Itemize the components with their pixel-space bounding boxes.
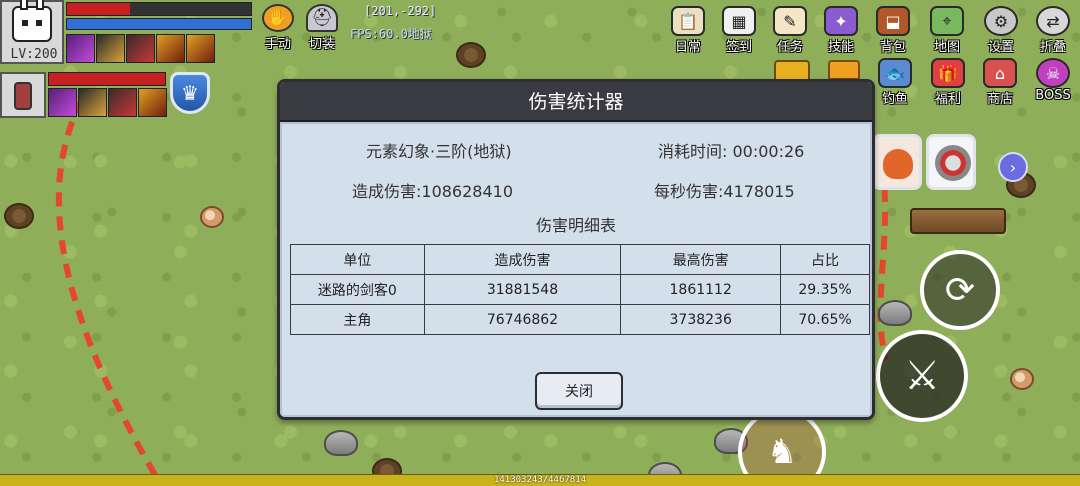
map-icon: ⌖ [930, 6, 964, 36]
table-header-row: 单位 造成伤害 最高伤害 占比 [290, 244, 870, 275]
total-damage: 造成伤害:108628410 [352, 182, 514, 201]
dialog-body: 元素幻象·三阶(地狱) 消耗时间: 00:00:26 造成伤害:10862841… [280, 122, 872, 417]
dialog-title: 伤害统计器 [280, 82, 872, 122]
menu-quests[interactable]: ✎ 任务 [767, 6, 813, 55]
gift-icon: 🎁 [931, 58, 965, 88]
fish-icon: 🐟 [878, 58, 912, 88]
bag-icon: ⬓ [876, 6, 910, 36]
damage-stats-dialog: 伤害统计器 元素幻象·三阶(地狱) 消耗时间: 00:00:26 造成伤害:10… [277, 79, 875, 420]
buff-icon [66, 34, 95, 63]
buff-icon [126, 34, 155, 63]
menu-skills[interactable]: ✦ 技能 [818, 6, 864, 55]
scroll-icon: ✎ [773, 6, 807, 36]
clipboard-icon: 📋 [671, 6, 705, 36]
elapsed-time: 消耗时间: 00:00:26 [658, 142, 805, 161]
damage-share: 29.35% [780, 274, 870, 305]
crown-shield-icon[interactable]: ♛ [170, 72, 210, 114]
rock [324, 430, 358, 456]
close-button[interactable]: 关闭 [535, 372, 623, 410]
column-header: 单位 [290, 244, 425, 275]
shop-icon: ⌂ [983, 58, 1017, 88]
menu-map[interactable]: ⌖ 地图 [924, 6, 970, 55]
gear-icon: ⚙ [984, 6, 1018, 36]
menu-daily[interactable]: 📋 日常 [665, 6, 711, 55]
attack-button[interactable]: ⚔ [876, 330, 968, 422]
unit-name: 主角 [290, 304, 425, 335]
menu-welfare[interactable]: 🎁 福利 [925, 58, 971, 107]
damage-share: 70.65% [780, 304, 870, 335]
column-header: 最高伤害 [620, 244, 782, 275]
player-hp-bar [66, 2, 252, 16]
menu-boss[interactable]: ☠ BOSS [1030, 58, 1076, 103]
tree-stump [456, 42, 486, 68]
book-icon: ✦ [824, 6, 858, 36]
table-row: 迷路的剑客0 31881548 1861112 29.35% [290, 274, 870, 305]
swordsman-icon [14, 82, 32, 110]
swap-target-button[interactable]: ⟳ [920, 250, 1000, 330]
damage-detail-table: 单位 造成伤害 最高伤害 占比 迷路的剑客0 31881548 1861112 … [290, 244, 870, 335]
dungeon-name: 元素幻象·三阶(地狱) [366, 142, 512, 161]
chevron-right-icon[interactable]: › [998, 152, 1028, 182]
buff-icon [96, 34, 125, 63]
crown-icon[interactable] [828, 60, 860, 80]
player-level: LV:200 [10, 47, 58, 62]
buff-icon [156, 34, 185, 63]
collapse-icon: ⇄ [1036, 6, 1070, 36]
table-row: 主角 76746862 3738236 70.65% [290, 304, 870, 335]
menu-fishing[interactable]: 🐟 钓鱼 [872, 58, 918, 107]
damage-dealt: 76746862 [423, 304, 622, 335]
detail-table-title: 伤害明细表 [535, 216, 616, 235]
helmet-icon: ⛑ [306, 4, 338, 32]
unit-name: 迷路的剑客0 [290, 274, 425, 305]
menu-settings[interactable]: ⚙ 设置 [978, 6, 1024, 55]
fox-icon [883, 149, 913, 179]
max-damage: 3738236 [620, 304, 782, 335]
menu-shop[interactable]: ⌂ 商店 [977, 58, 1023, 107]
map-coordinates: [201,-292] [364, 4, 437, 18]
column-header: 占比 [780, 244, 870, 275]
round-shield-icon [935, 145, 971, 181]
skill-slot-fox[interactable] [872, 134, 922, 190]
menu-bag[interactable]: ⬓ 背包 [870, 6, 916, 55]
auto-toggle-button[interactable]: ✋ 手动 [258, 4, 298, 52]
boss-icon: ☠ [1036, 58, 1070, 88]
fps-readout: FPS:60.0地狱 [350, 27, 432, 41]
damage-dealt: 31881548 [423, 274, 622, 305]
skill-slot-shield[interactable] [926, 134, 976, 190]
buff-icon [186, 34, 215, 63]
mushroom [200, 206, 224, 228]
buff-icon [78, 88, 107, 117]
rabbit-icon [12, 0, 52, 42]
buff-icon [108, 88, 137, 117]
switch-gear-button[interactable]: ⛑ 切装 [302, 4, 342, 52]
damage-per-second: 每秒伤害:4178015 [654, 182, 795, 201]
buff-icon [48, 88, 77, 117]
column-header: 造成伤害 [423, 244, 622, 275]
companion-avatar[interactable] [0, 72, 46, 118]
experience-text: 141303243/4467814 [493, 475, 587, 485]
rock [878, 300, 912, 326]
menu-collapse[interactable]: ⇄ 折叠 [1030, 6, 1076, 55]
buff-icon [138, 88, 167, 117]
max-damage: 1861112 [620, 274, 782, 305]
menu-checkin[interactable]: ▦ 签到 [716, 6, 762, 55]
tree-stump [4, 203, 34, 229]
player-mp-bar [66, 18, 252, 30]
hand-icon: ✋ [262, 4, 294, 32]
wooden-log [910, 208, 1006, 234]
companion-hp-bar [48, 72, 166, 86]
mushroom [1010, 368, 1034, 390]
player-avatar[interactable]: LV:200 [0, 0, 64, 64]
calendar-icon: ▦ [722, 6, 756, 36]
